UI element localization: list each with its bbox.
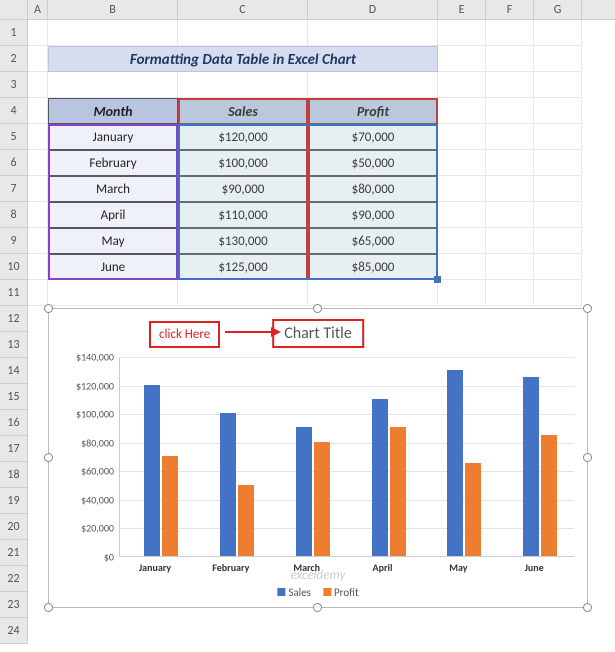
bar-sales[interactable]: [296, 427, 312, 556]
row-header[interactable]: 3: [0, 72, 28, 98]
resize-handle[interactable]: [583, 304, 592, 313]
y-tick-label: $40,000: [81, 493, 114, 506]
bar-profit[interactable]: [541, 435, 557, 556]
row-header[interactable]: 13: [0, 332, 28, 358]
resize-handle[interactable]: [44, 304, 53, 313]
x-tick-label: May: [428, 561, 488, 574]
col-header[interactable]: A: [28, 0, 48, 19]
legend-item-sales: Sales: [277, 586, 311, 599]
chart-title[interactable]: Chart Title: [272, 319, 364, 348]
col-header[interactable]: B: [48, 0, 178, 19]
row-header[interactable]: 14: [0, 358, 28, 384]
row-header[interactable]: 22: [0, 566, 28, 592]
row-header[interactable]: 16: [0, 410, 28, 436]
row-header[interactable]: 17: [0, 436, 28, 462]
page-title[interactable]: Formatting Data Table in Excel Chart: [48, 46, 438, 72]
callout-label: click Here: [149, 321, 220, 348]
resize-handle[interactable]: [583, 453, 592, 462]
bar-sales[interactable]: [220, 413, 236, 556]
bar-profit[interactable]: [465, 463, 481, 556]
swatch-icon: [277, 588, 285, 596]
bar-profit[interactable]: [390, 427, 406, 556]
col-header[interactable]: F: [486, 0, 534, 19]
x-tick-label: April: [353, 561, 413, 574]
column-header-row: A B C D E F G: [0, 0, 615, 20]
bar-sales[interactable]: [447, 370, 463, 556]
table-row: 10June$125,000$85,000: [0, 254, 615, 280]
col-header[interactable]: E: [438, 0, 486, 19]
select-all-corner[interactable]: [0, 0, 28, 19]
row-header[interactable]: 6: [0, 150, 28, 176]
table-row: 5January$120,000$70,000: [0, 124, 615, 150]
col-header[interactable]: C: [178, 0, 308, 19]
chart-legend[interactable]: Sales Profit: [277, 586, 358, 599]
col-header[interactable]: G: [534, 0, 582, 19]
row-header[interactable]: 20: [0, 514, 28, 540]
arrow-icon: [225, 331, 279, 333]
resize-handle[interactable]: [313, 304, 322, 313]
table-row: 7March$90,000$80,000: [0, 176, 615, 202]
resize-handle[interactable]: [44, 603, 53, 612]
row-header[interactable]: 19: [0, 488, 28, 514]
row-header[interactable]: 12: [0, 306, 28, 332]
row-header[interactable]: 23: [0, 592, 28, 618]
y-tick-label: $60,000: [81, 465, 114, 478]
bar-profit[interactable]: [238, 485, 254, 556]
x-tick-label: January: [125, 561, 185, 574]
y-tick-label: $0: [104, 551, 114, 564]
x-tick-label: February: [201, 561, 261, 574]
legend-item-profit: Profit: [323, 586, 359, 599]
resize-handle[interactable]: [313, 603, 322, 612]
y-tick-label: $140,000: [76, 351, 114, 364]
row-header[interactable]: 24: [0, 618, 28, 644]
row-header[interactable]: 7: [0, 176, 28, 202]
row-header[interactable]: 8: [0, 202, 28, 228]
col-header[interactable]: D: [308, 0, 438, 19]
table-row: 9May$130,000$65,000: [0, 228, 615, 254]
swatch-icon: [323, 588, 331, 596]
row-header[interactable]: 9: [0, 228, 28, 254]
table-row: 8April$110,000$90,000: [0, 202, 615, 228]
selection-handle[interactable]: [434, 276, 441, 283]
x-tick-label: March: [277, 561, 337, 574]
y-tick-label: $20,000: [81, 522, 114, 535]
row-header[interactable]: 15: [0, 384, 28, 410]
bar-sales[interactable]: [523, 377, 539, 556]
row-header[interactable]: 5: [0, 124, 28, 150]
plot-area[interactable]: $140,000 $120,000 $100,000 $80,000 $60,0…: [119, 357, 574, 557]
embedded-chart[interactable]: click Here Chart Title $140,000 $120,000…: [48, 308, 588, 608]
row-header[interactable]: 18: [0, 462, 28, 488]
resize-handle[interactable]: [583, 603, 592, 612]
bar-profit[interactable]: [162, 456, 178, 556]
row-header[interactable]: 21: [0, 540, 28, 566]
bar-sales[interactable]: [372, 399, 388, 556]
y-tick-label: $80,000: [81, 436, 114, 449]
table-header-sales[interactable]: Sales: [178, 98, 308, 124]
resize-handle[interactable]: [44, 453, 53, 462]
y-tick-label: $100,000: [76, 408, 114, 421]
bar-sales[interactable]: [144, 385, 160, 556]
bar-profit[interactable]: [314, 442, 330, 556]
row-header[interactable]: 11: [0, 280, 28, 306]
row-header[interactable]: 4: [0, 98, 28, 124]
row-header[interactable]: 10: [0, 254, 28, 280]
row-header[interactable]: 2: [0, 46, 28, 72]
table-header-profit[interactable]: Profit: [308, 98, 438, 124]
y-tick-label: $120,000: [76, 379, 114, 392]
row-header[interactable]: 1: [0, 20, 28, 46]
x-tick-label: June: [504, 561, 564, 574]
table-row: 6February$100,000$50,000: [0, 150, 615, 176]
table-header-month[interactable]: Month: [48, 98, 178, 124]
